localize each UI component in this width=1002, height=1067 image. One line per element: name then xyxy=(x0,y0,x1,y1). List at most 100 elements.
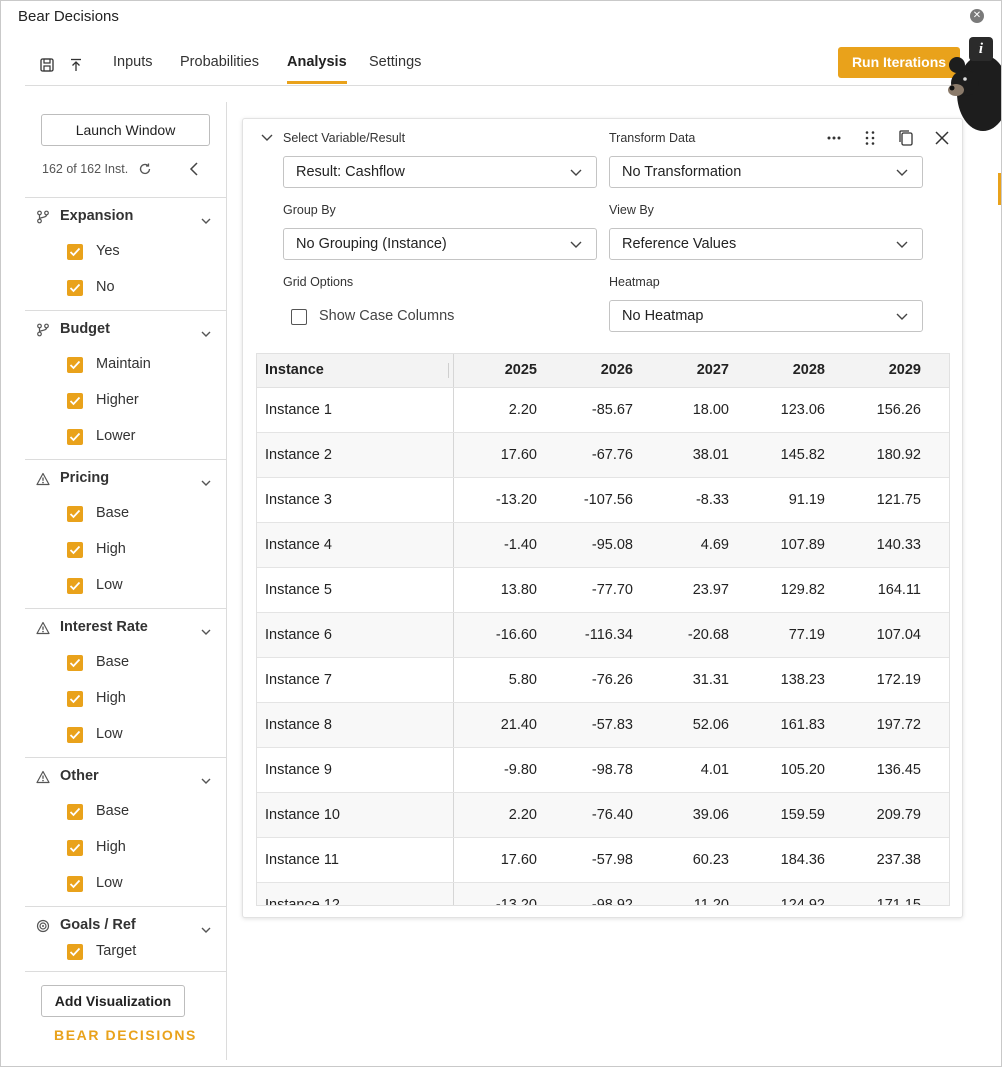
launch-window-button[interactable]: Launch Window xyxy=(41,114,210,146)
filter-group-header[interactable]: Other xyxy=(25,758,226,794)
checked-checkbox-icon[interactable] xyxy=(67,655,83,671)
heatmap-dropdown[interactable]: No Heatmap xyxy=(609,300,923,332)
tab-analysis[interactable]: Analysis xyxy=(287,54,347,84)
table-row[interactable]: Instance 5 13.80 -77.70 23.97 129.82 164.11 xyxy=(257,567,949,613)
column-header-instance[interactable]: Instance xyxy=(257,354,454,388)
checked-checkbox-icon[interactable] xyxy=(67,429,83,445)
value-cell: -77.70 xyxy=(537,567,633,613)
filter-option[interactable]: Lower xyxy=(25,419,226,455)
filter-option[interactable]: Maintain xyxy=(25,347,226,383)
value-cell: -1.40 xyxy=(453,522,537,568)
chevron-down-icon[interactable] xyxy=(201,772,211,784)
checked-checkbox-icon[interactable] xyxy=(67,876,83,892)
chevron-down-icon[interactable] xyxy=(201,212,211,224)
filter-option[interactable]: High xyxy=(25,681,226,717)
filter-option[interactable]: Target xyxy=(25,943,226,969)
table-row[interactable]: Instance 6 -16.60 -116.34 -20.68 77.19 107.04 xyxy=(257,612,949,658)
checked-checkbox-icon[interactable] xyxy=(67,357,83,373)
column-header-2025[interactable]: 2025 xyxy=(453,354,537,388)
table-row[interactable]: Instance 3 -13.20 -107.56 -8.33 91.19 121.75 xyxy=(257,477,949,523)
spacer-cell xyxy=(921,387,949,433)
close-window-button[interactable]: ✕ xyxy=(970,9,984,23)
filter-group-header[interactable]: Goals / Ref xyxy=(25,907,226,943)
export-icon[interactable] xyxy=(68,57,84,73)
tab-inputs[interactable]: Inputs xyxy=(113,54,153,84)
filter-group-other: Other Base High Low xyxy=(25,757,226,902)
group-by-dropdown[interactable]: No Grouping (Instance) xyxy=(283,228,597,260)
checked-checkbox-icon[interactable] xyxy=(67,840,83,856)
add-visualization-button[interactable]: Add Visualization xyxy=(41,985,185,1017)
filter-option[interactable]: High xyxy=(25,532,226,568)
select-variable-dropdown[interactable]: Result: Cashflow xyxy=(283,156,597,188)
table-row[interactable]: Instance 12 -13.20 -98.92 11.20 124.92 171.15 xyxy=(257,882,949,905)
show-case-columns-checkbox[interactable] xyxy=(291,309,307,325)
more-options-icon[interactable] xyxy=(825,129,843,147)
target-icon xyxy=(36,919,50,933)
collapse-sidebar-icon[interactable] xyxy=(187,161,201,177)
checked-checkbox-icon[interactable] xyxy=(67,691,83,707)
filter-option[interactable]: Low xyxy=(25,568,226,604)
filter-option[interactable]: Base xyxy=(25,794,226,830)
filter-option[interactable]: Higher xyxy=(25,383,226,419)
filter-group-header[interactable]: Interest Rate xyxy=(25,609,226,645)
table-row[interactable]: Instance 7 5.80 -76.26 31.31 138.23 172.19 xyxy=(257,657,949,703)
info-badge[interactable]: i xyxy=(969,37,993,61)
checked-checkbox-icon[interactable] xyxy=(67,280,83,296)
checked-checkbox-icon[interactable] xyxy=(67,542,83,558)
close-panel-icon[interactable] xyxy=(933,129,951,147)
chevron-down-icon[interactable] xyxy=(201,474,211,486)
column-header-2027[interactable]: 2027 xyxy=(633,354,729,388)
value-cell: 91.19 xyxy=(729,477,825,523)
checked-checkbox-icon[interactable] xyxy=(67,393,83,409)
value-cell: 11.20 xyxy=(633,882,729,905)
table-row[interactable]: Instance 10 2.20 -76.40 39.06 159.59 209.79 xyxy=(257,792,949,838)
filter-group-header[interactable]: Expansion xyxy=(25,198,226,234)
checked-checkbox-icon[interactable] xyxy=(67,944,83,960)
chevron-down-icon[interactable] xyxy=(201,623,211,635)
filter-option[interactable]: High xyxy=(25,830,226,866)
view-by-dropdown[interactable]: Reference Values xyxy=(609,228,923,260)
panel-collapse-chevron-icon[interactable] xyxy=(261,133,273,143)
table-row[interactable]: Instance 9 -9.80 -98.78 4.01 105.20 136.45 xyxy=(257,747,949,793)
instance-cell: Instance 3 xyxy=(257,477,454,523)
tab-probabilities[interactable]: Probabilities xyxy=(180,54,259,84)
table-row[interactable]: Instance 4 -1.40 -95.08 4.69 107.89 140.33 xyxy=(257,522,949,568)
filter-option[interactable]: Base xyxy=(25,496,226,532)
copy-icon[interactable] xyxy=(897,129,915,147)
run-iterations-button[interactable]: Run Iterations xyxy=(838,47,960,78)
refresh-icon[interactable] xyxy=(138,162,152,176)
column-header-2029[interactable]: 2029 xyxy=(825,354,921,388)
tab-settings[interactable]: Settings xyxy=(369,54,421,84)
checked-checkbox-icon[interactable] xyxy=(67,506,83,522)
filter-option[interactable]: Low xyxy=(25,717,226,753)
filter-option[interactable]: No xyxy=(25,270,226,306)
filter-option-label: Yes xyxy=(96,243,120,259)
filter-option[interactable]: Base xyxy=(25,645,226,681)
filter-option-label: Base xyxy=(96,505,130,521)
checked-checkbox-icon[interactable] xyxy=(67,804,83,820)
chevron-down-icon[interactable] xyxy=(201,325,211,337)
value-cell: -76.26 xyxy=(537,657,633,703)
table-row[interactable]: Instance 1 2.20 -85.67 18.00 123.06 156.26 xyxy=(257,387,949,433)
table-row[interactable]: Instance 2 17.60 -67.76 38.01 145.82 180.92 xyxy=(257,432,949,478)
save-icon[interactable] xyxy=(39,57,55,73)
checked-checkbox-icon[interactable] xyxy=(67,578,83,594)
filter-group-header[interactable]: Pricing xyxy=(25,460,226,496)
checked-checkbox-icon[interactable] xyxy=(67,727,83,743)
table-row[interactable]: Instance 8 21.40 -57.83 52.06 161.83 197.72 xyxy=(257,702,949,748)
column-resize-handle[interactable] xyxy=(447,363,449,378)
checked-checkbox-icon[interactable] xyxy=(67,244,83,260)
transform-data-dropdown[interactable]: No Transformation xyxy=(609,156,923,188)
filter-group-header[interactable]: Budget xyxy=(25,311,226,347)
value-cell: 77.19 xyxy=(729,612,825,658)
column-header-2028[interactable]: 2028 xyxy=(729,354,825,388)
chevron-down-icon[interactable] xyxy=(201,921,211,933)
side-accent-tab[interactable] xyxy=(998,173,1001,205)
value-cell: 4.69 xyxy=(633,522,729,568)
drag-handle-icon[interactable] xyxy=(861,129,879,147)
table-row[interactable]: Instance 11 17.60 -57.98 60.23 184.36 237.38 xyxy=(257,837,949,883)
filter-option[interactable]: Low xyxy=(25,866,226,902)
filter-option[interactable]: Yes xyxy=(25,234,226,270)
column-header-2026[interactable]: 2026 xyxy=(537,354,633,388)
results-grid[interactable]: Instance 2025 2026 2027 2028 2029 Instan… xyxy=(256,353,950,906)
